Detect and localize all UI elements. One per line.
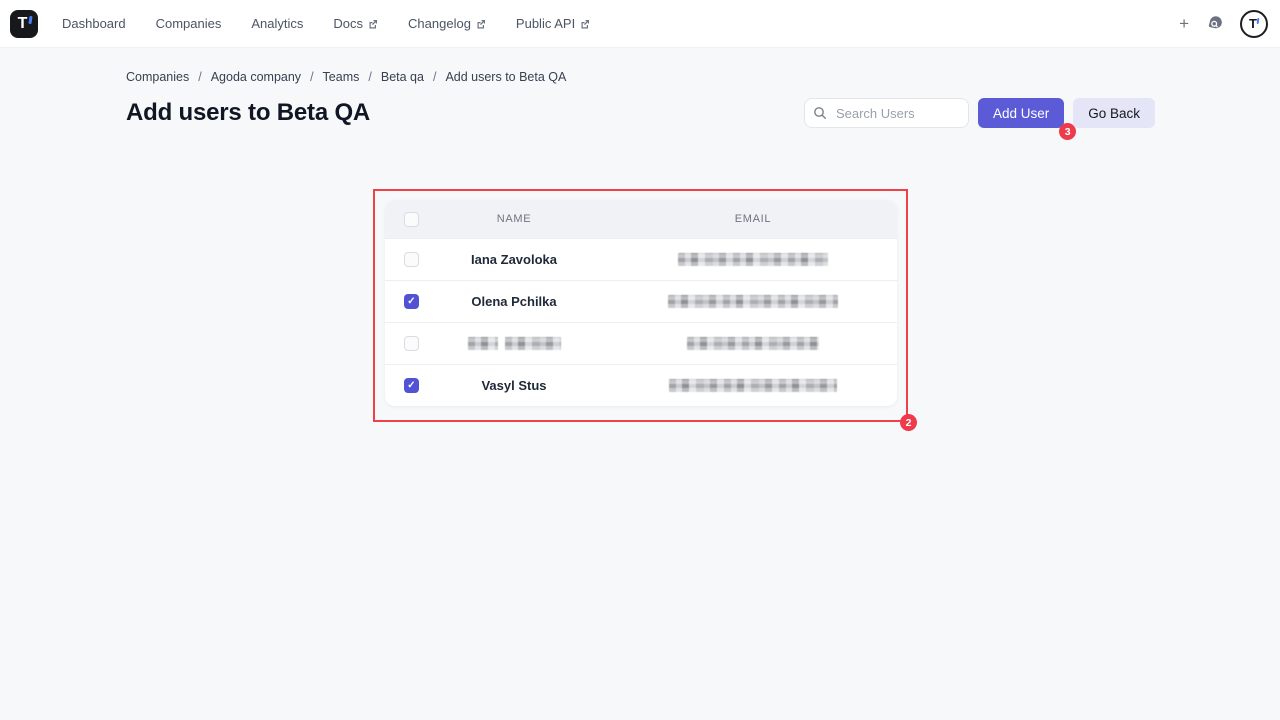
avatar-logo-accent [1257,17,1260,23]
user-name: Iana Zavoloka [419,252,609,267]
page-header: Add users to Beta QA Add User 3 Go Back [0,97,1280,129]
breadcrumb-separator: / [198,70,201,84]
add-user-label: Add User [993,106,1049,121]
search-icon [813,106,827,120]
users-table: NAME EMAIL Iana Zavoloka Olena Pchilka [385,200,897,406]
redacted-name-blur [468,337,498,350]
external-link-icon [580,19,590,29]
breadcrumb-separator: / [368,70,371,84]
breadcrumb: Companies / Agoda company / Teams / Beta… [0,48,1280,84]
nav-item-label: Analytics [251,16,303,31]
breadcrumb-beta-qa[interactable]: Beta qa [381,70,424,84]
nav-item-companies[interactable]: Companies [156,16,222,31]
breadcrumb-companies[interactable]: Companies [126,70,189,84]
search-users-box [804,98,969,128]
redacted-name-blur [505,337,561,350]
external-link-icon [476,19,486,29]
nav-item-changelog[interactable]: Changelog [408,16,486,31]
top-navbar: T Dashboard Companies Analytics Docs Cha… [0,0,1280,48]
nav-item-public-api[interactable]: Public API [516,16,590,31]
breadcrumb-agoda-company[interactable]: Agoda company [211,70,301,84]
redacted-email-blur [678,253,828,266]
row-checkbox[interactable] [404,378,419,393]
user-avatar[interactable]: T [1240,10,1268,38]
nav-menu: Dashboard Companies Analytics Docs Chang… [62,16,590,31]
user-email-redacted [609,295,897,308]
table-row: Vasyl Stus [385,364,897,406]
page-body: Companies / Agoda company / Teams / Beta… [0,48,1280,720]
add-user-button[interactable]: Add User 3 [978,98,1064,128]
nav-item-analytics[interactable]: Analytics [251,16,303,31]
column-header-email: EMAIL [609,213,897,225]
redacted-email-blur [687,337,819,350]
annotation-badge-2: 2 [900,414,917,431]
table-row: Iana Zavoloka [385,238,897,280]
nav-item-label: Changelog [408,16,471,31]
redacted-email-blur [668,295,838,308]
row-checkbox[interactable] [404,294,419,309]
nav-item-label: Public API [516,16,575,31]
column-header-name: NAME [419,213,609,225]
nav-item-dashboard[interactable]: Dashboard [62,16,126,31]
external-link-icon [368,19,378,29]
go-back-button[interactable]: Go Back [1073,98,1155,128]
user-name-redacted [419,337,609,350]
breadcrumb-separator: / [433,70,436,84]
user-name: Vasyl Stus [419,378,609,393]
plus-icon[interactable]: + [1179,15,1189,32]
nav-item-label: Companies [156,16,222,31]
user-email-redacted [609,337,897,350]
nav-item-label: Docs [333,16,363,31]
table-row [385,322,897,364]
annotation-badge-3: 3 [1059,123,1076,140]
annotation-rectangle: NAME EMAIL Iana Zavoloka Olena Pchilka [373,189,908,422]
nav-item-label: Dashboard [62,16,126,31]
logo-accent [28,15,32,23]
table-row: Olena Pchilka [385,280,897,322]
user-email-redacted [609,379,897,392]
app-logo[interactable]: T [10,10,38,38]
breadcrumb-teams[interactable]: Teams [323,70,360,84]
toolbar: Add User 3 Go Back [804,98,1155,128]
navbar-right: + T [1179,10,1268,38]
nav-item-docs[interactable]: Docs [333,16,378,31]
breadcrumb-separator: / [310,70,313,84]
row-checkbox[interactable] [404,252,419,267]
breadcrumb-current: Add users to Beta QA [445,70,566,84]
logo-letter: T [18,16,28,32]
page-title: Add users to Beta QA [126,99,370,127]
user-name: Olena Pchilka [419,294,609,309]
user-email-redacted [609,253,897,266]
select-all-checkbox[interactable] [404,212,419,227]
row-checkbox[interactable] [404,336,419,351]
table-header-row: NAME EMAIL [385,200,897,238]
redacted-email-blur [669,379,837,392]
search-users-input[interactable] [804,98,969,128]
quick-search-icon[interactable] [1206,15,1223,32]
